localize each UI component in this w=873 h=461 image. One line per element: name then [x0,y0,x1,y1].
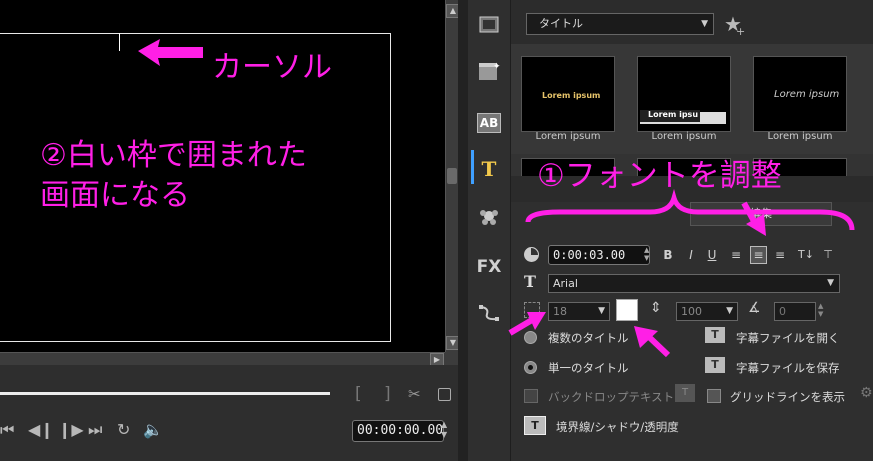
annotation-frame-line2: 画面になる [40,178,190,213]
annotation-frame-line1: ②白い枠で囲まれた [40,138,307,173]
cursor-arrow-icon [138,39,203,66]
color-arrow-shaft [645,333,671,358]
annotation-font-adjust: ①フォントを調整 [537,158,782,194]
font-brace-shape [525,188,855,231]
size-arrow-shaft [508,317,534,336]
annotation-overlay [138,39,855,358]
annotation-cursor-label: カーソル [212,50,332,85]
